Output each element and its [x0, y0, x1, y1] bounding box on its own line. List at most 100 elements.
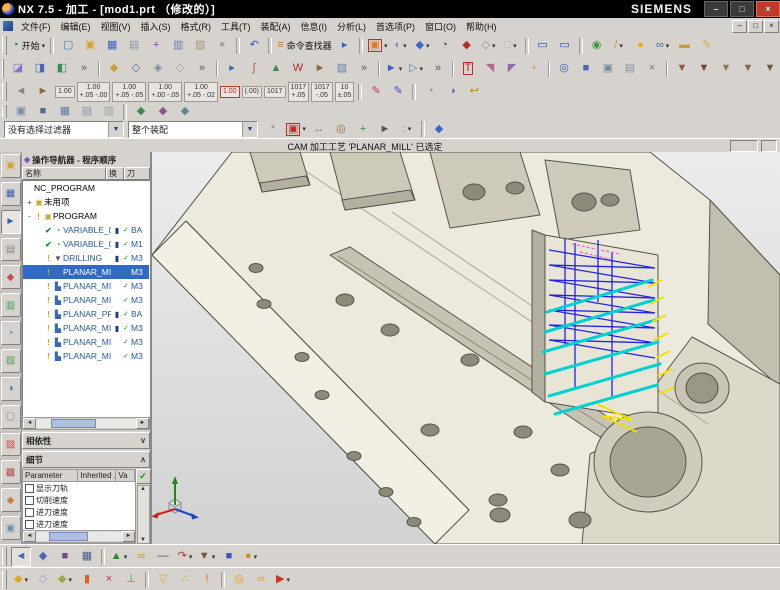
- chain-link-icon[interactable]: ∞: [131, 547, 151, 567]
- menu-item-2[interactable]: 视图(V): [96, 19, 136, 34]
- cad-model-view[interactable]: [152, 152, 780, 544]
- toolbar-grip[interactable]: [2, 59, 4, 77]
- op-view-program-icon[interactable]: ▣: [11, 103, 31, 121]
- cube-plus-icon[interactable]: ◆▾: [55, 570, 75, 590]
- op-view-machine-icon[interactable]: ■: [33, 103, 53, 121]
- dependencies-section[interactable]: 相依性 ∨: [22, 432, 150, 449]
- assembly-navigator-button[interactable]: ▣: [1, 154, 21, 178]
- overflow-3-icon[interactable]: »: [354, 59, 374, 79]
- scroll-left-icon[interactable]: ◄: [23, 531, 36, 542]
- cube-pair-icon[interactable]: ◇: [33, 570, 53, 590]
- mdi-restore-button[interactable]: □: [748, 20, 763, 33]
- menu-item-7[interactable]: 信息(I): [296, 19, 333, 34]
- select-region-icon[interactable]: ▷▾: [406, 59, 426, 79]
- details-vertical-scrollbar[interactable]: ▲ ▼: [137, 485, 150, 544]
- document-icon[interactable]: [3, 21, 13, 31]
- flag-expression-icon[interactable]: ►: [310, 59, 330, 79]
- op-view-method-icon[interactable]: ▤: [77, 103, 97, 121]
- solid-teal-icon[interactable]: ◆: [175, 103, 195, 121]
- chevron-down-icon[interactable]: ▾: [403, 42, 407, 50]
- mill-tool-3-icon[interactable]: ▼: [716, 59, 736, 79]
- paste-icon[interactable]: ▧: [190, 36, 210, 56]
- tree-row-PLANAR_MILL..[interactable]: !▙PLANAR_MILL..▮✓M3: [23, 321, 149, 335]
- dimension-style-chip[interactable]: 1.00: [55, 86, 75, 98]
- graphics-viewport[interactable]: [152, 152, 780, 544]
- system-scenes-button[interactable]: ▩: [1, 460, 21, 484]
- toolbar-grip[interactable]: [2, 547, 7, 565]
- menu-item-9[interactable]: 首选项(P): [371, 19, 420, 34]
- create-operation-icon[interactable]: +: [524, 59, 544, 79]
- chevron-up-icon[interactable]: ∧: [140, 455, 146, 464]
- dimension-style-chip[interactable]: 1.00 +.05 -.05: [112, 82, 146, 102]
- tree-operation-icon[interactable]: ▲▾: [109, 547, 129, 567]
- print-icon[interactable]: ▤: [124, 36, 144, 56]
- program-order-tree[interactable]: NC_PROGRAM+▣未用项-!▣PROGRAM✔◔VARIABLE_01..…: [22, 180, 150, 417]
- details-row-3[interactable]: 进刀速度: [23, 518, 135, 530]
- details-column-0[interactable]: Parameter: [23, 470, 78, 481]
- axes-red-icon[interactable]: ×: [99, 570, 119, 590]
- binoculars-icon[interactable]: ∞▾: [653, 36, 673, 56]
- chevron-down-icon[interactable]: ▾: [212, 553, 216, 561]
- close-button[interactable]: ×: [756, 1, 780, 17]
- toolbar-grip[interactable]: [2, 570, 7, 588]
- menu-item-0[interactable]: 文件(F): [16, 19, 56, 34]
- details-section[interactable]: 细节 ∧: [22, 451, 150, 468]
- overflow-4-icon[interactable]: »: [428, 59, 448, 79]
- exclaim-icon[interactable]: !: [197, 570, 217, 590]
- edit-dim-red-icon[interactable]: ✎: [366, 82, 386, 102]
- gear-orange-icon[interactable]: ●▾: [241, 547, 261, 567]
- chevron-down-icon[interactable]: ▾: [666, 42, 670, 50]
- tree-row-PLANAR_MILL..[interactable]: !▙PLANAR_MILL..✓M3: [23, 349, 149, 363]
- chevron-down-icon[interactable]: ▾: [24, 576, 28, 584]
- chevron-down-icon[interactable]: ▾: [254, 553, 258, 561]
- internet-browser-button[interactable]: ◔: [1, 321, 21, 345]
- roles-button[interactable]: ▨: [1, 433, 21, 457]
- chevron-down-icon[interactable]: ▾: [492, 42, 496, 50]
- scroll-left-icon[interactable]: ◄: [23, 418, 36, 429]
- chevron-down-icon[interactable]: ▾: [619, 42, 623, 50]
- datum-axis-icon[interactable]: ◇: [126, 59, 146, 79]
- scroll-up-icon[interactable]: ▲: [140, 486, 146, 492]
- snap-mid-icon[interactable]: ■: [55, 547, 75, 567]
- section-gray-icon[interactable]: ◇▾: [479, 36, 499, 56]
- ruler-icon[interactable]: ▬: [675, 36, 695, 56]
- zoom-view-icon[interactable]: ►: [375, 119, 395, 139]
- dimension-style-chip[interactable]: 1.00 +.05 -.00: [77, 82, 111, 102]
- snap-point-icon[interactable]: ◆: [33, 547, 53, 567]
- render-style-icon[interactable]: ◐▾: [391, 36, 411, 56]
- machine-sim-icon[interactable]: ▤: [620, 59, 640, 79]
- shaded-view-icon[interactable]: ◆▾: [413, 36, 433, 56]
- select-cursor-icon[interactable]: ►▾: [384, 59, 404, 79]
- menu-item-8[interactable]: 分析(L): [332, 19, 371, 34]
- manufacturing-wizards-button[interactable]: ▢: [1, 405, 21, 429]
- drill-tool-icon[interactable]: ▼▾: [197, 547, 217, 567]
- prev-value-icon[interactable]: ◄: [11, 82, 31, 102]
- chevron-down-icon[interactable]: ▾: [286, 576, 290, 584]
- tree-row-VARIABLE_01...[interactable]: ✔◔VARIABLE_01...▮✓BA: [23, 223, 149, 237]
- op-view-more-icon[interactable]: ▥: [99, 103, 119, 121]
- half-tool-icon[interactable]: ◑: [442, 82, 462, 102]
- minimize-button[interactable]: –: [704, 1, 728, 17]
- tree-row-未用项[interactable]: +▣未用项: [23, 195, 149, 209]
- details-row-2[interactable]: 进刀速度: [23, 506, 135, 518]
- solid-purple-icon[interactable]: ◆: [153, 103, 173, 121]
- dimension-style-chip[interactable]: 1017 -.05: [311, 82, 333, 102]
- target-orange-icon[interactable]: ◎: [229, 570, 249, 590]
- column-tool[interactable]: 刀: [124, 167, 150, 180]
- details-row-1[interactable]: 切削速度: [23, 494, 135, 506]
- open-file-icon[interactable]: ▣: [80, 36, 100, 56]
- dimension-style-chip[interactable]: 1.00 +.05 -.02: [184, 82, 218, 102]
- new-file-icon[interactable]: ▢: [58, 36, 78, 56]
- window-tile-icon[interactable]: ▭: [555, 36, 575, 56]
- chevron-down-icon[interactable]: ▼: [108, 122, 123, 137]
- navigator-column-headers[interactable]: 名称 换 刀: [22, 167, 150, 180]
- selection-filter-combo[interactable]: 没有选择过滤器 ▼: [4, 121, 124, 138]
- delete-op-icon[interactable]: ×: [642, 59, 662, 79]
- link-gold-icon[interactable]: ∞: [251, 570, 271, 590]
- mdi-minimize-button[interactable]: –: [732, 20, 747, 33]
- expander-icon[interactable]: -: [25, 212, 34, 221]
- blank-view-icon[interactable]: □▾: [501, 36, 521, 56]
- minus-tool-icon[interactable]: —: [153, 547, 173, 567]
- chevron-down-icon[interactable]: ▾: [419, 65, 423, 73]
- snap-settings-icon[interactable]: *: [263, 119, 283, 139]
